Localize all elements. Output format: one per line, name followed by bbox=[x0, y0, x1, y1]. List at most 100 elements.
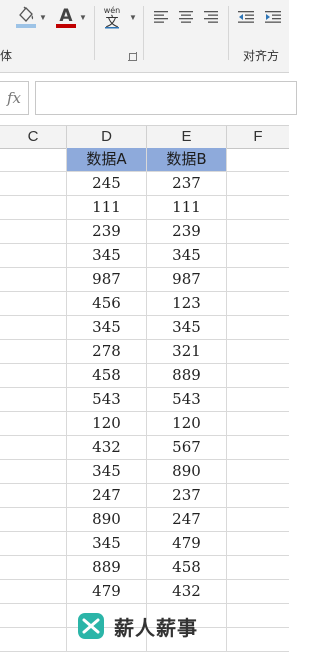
empty-cell[interactable] bbox=[227, 268, 289, 292]
data-cell[interactable]: 890 bbox=[67, 508, 147, 532]
increase-indent-button[interactable] bbox=[261, 4, 285, 30]
empty-cell[interactable] bbox=[227, 580, 289, 604]
empty-cell[interactable] bbox=[0, 340, 67, 364]
data-cell[interactable]: 278 bbox=[67, 340, 147, 364]
data-cell[interactable]: 432 bbox=[67, 436, 147, 460]
data-cell[interactable]: 239 bbox=[147, 220, 227, 244]
column-header-f[interactable]: F bbox=[227, 126, 289, 148]
phonetic-dropdown-icon[interactable]: ▼ bbox=[129, 13, 137, 22]
empty-cell[interactable] bbox=[0, 148, 67, 172]
data-cell[interactable]: 321 bbox=[147, 340, 227, 364]
empty-cell[interactable] bbox=[0, 268, 67, 292]
data-cell[interactable]: 543 bbox=[147, 388, 227, 412]
empty-cell[interactable] bbox=[227, 148, 289, 172]
data-cell[interactable]: 247 bbox=[67, 484, 147, 508]
empty-cell[interactable] bbox=[227, 532, 289, 556]
empty-cell[interactable] bbox=[0, 628, 67, 652]
empty-cell[interactable] bbox=[227, 172, 289, 196]
data-cell[interactable]: 345 bbox=[67, 316, 147, 340]
empty-cell[interactable] bbox=[0, 388, 67, 412]
empty-cell[interactable] bbox=[0, 316, 67, 340]
font-color-dropdown-icon[interactable]: ▼ bbox=[79, 13, 87, 22]
data-cell[interactable]: 987 bbox=[147, 268, 227, 292]
data-cell[interactable]: 120 bbox=[147, 412, 227, 436]
header-cell[interactable]: 数据A bbox=[67, 148, 147, 172]
empty-cell[interactable] bbox=[0, 556, 67, 580]
data-cell[interactable]: 120 bbox=[67, 412, 147, 436]
data-cell[interactable]: 345 bbox=[67, 532, 147, 556]
empty-cell[interactable] bbox=[227, 364, 289, 388]
column-header-c[interactable]: C bbox=[0, 126, 67, 148]
empty-cell[interactable] bbox=[0, 484, 67, 508]
empty-cell[interactable] bbox=[227, 628, 289, 652]
data-cell[interactable]: 237 bbox=[147, 172, 227, 196]
data-cell[interactable]: 345 bbox=[147, 316, 227, 340]
increase-indent-icon bbox=[265, 11, 281, 23]
empty-cell[interactable] bbox=[0, 580, 67, 604]
data-cell[interactable]: 458 bbox=[67, 364, 147, 388]
data-cell[interactable]: 111 bbox=[67, 196, 147, 220]
empty-cell[interactable] bbox=[227, 484, 289, 508]
data-cell[interactable]: 432 bbox=[147, 580, 227, 604]
align-center-button[interactable] bbox=[175, 4, 197, 30]
decrease-indent-button[interactable] bbox=[234, 4, 258, 30]
data-cell[interactable]: 247 bbox=[147, 508, 227, 532]
empty-cell[interactable] bbox=[227, 388, 289, 412]
data-cell[interactable]: 889 bbox=[147, 364, 227, 388]
empty-cell[interactable] bbox=[227, 556, 289, 580]
data-cell[interactable]: 458 bbox=[147, 556, 227, 580]
watermark-text: 薪人薪事 bbox=[114, 615, 198, 640]
data-cell[interactable]: 479 bbox=[147, 532, 227, 556]
empty-cell[interactable] bbox=[0, 604, 67, 628]
empty-cell[interactable] bbox=[227, 244, 289, 268]
insert-function-button[interactable]: fx bbox=[0, 81, 29, 115]
empty-cell[interactable] bbox=[0, 244, 67, 268]
dialog-launcher-icon[interactable] bbox=[128, 52, 137, 61]
data-cell[interactable]: 239 bbox=[67, 220, 147, 244]
empty-cell[interactable] bbox=[0, 436, 67, 460]
empty-cell[interactable] bbox=[227, 292, 289, 316]
data-cell[interactable]: 345 bbox=[147, 244, 227, 268]
empty-cell[interactable] bbox=[227, 220, 289, 244]
data-cell[interactable]: 479 bbox=[67, 580, 147, 604]
empty-cell[interactable] bbox=[0, 292, 67, 316]
empty-cell[interactable] bbox=[0, 172, 67, 196]
phonetic-guide-button[interactable]: wén 文 ▼ bbox=[100, 4, 138, 30]
font-color-button[interactable]: A ▼ bbox=[54, 4, 88, 30]
empty-cell[interactable] bbox=[227, 604, 289, 628]
column-header-d[interactable]: D bbox=[67, 126, 147, 148]
formula-input[interactable] bbox=[35, 81, 297, 115]
header-cell[interactable]: 数据B bbox=[147, 148, 227, 172]
empty-cell[interactable] bbox=[0, 532, 67, 556]
data-cell[interactable]: 111 bbox=[147, 196, 227, 220]
data-cell[interactable]: 987 bbox=[67, 268, 147, 292]
data-cell[interactable]: 123 bbox=[147, 292, 227, 316]
data-cell[interactable]: 456 bbox=[67, 292, 147, 316]
empty-cell[interactable] bbox=[227, 316, 289, 340]
empty-cell[interactable] bbox=[227, 340, 289, 364]
empty-cell[interactable] bbox=[227, 436, 289, 460]
align-left-button[interactable] bbox=[150, 4, 172, 30]
empty-cell[interactable] bbox=[227, 508, 289, 532]
data-cell[interactable]: 345 bbox=[67, 460, 147, 484]
empty-cell[interactable] bbox=[0, 196, 67, 220]
empty-cell[interactable] bbox=[0, 364, 67, 388]
empty-cell[interactable] bbox=[0, 460, 67, 484]
data-cell[interactable]: 345 bbox=[67, 244, 147, 268]
align-right-button[interactable] bbox=[200, 4, 222, 30]
empty-cell[interactable] bbox=[0, 412, 67, 436]
data-cell[interactable]: 889 bbox=[67, 556, 147, 580]
data-cell[interactable]: 543 bbox=[67, 388, 147, 412]
fill-color-button[interactable]: ▼ bbox=[14, 4, 48, 30]
data-cell[interactable]: 567 bbox=[147, 436, 227, 460]
empty-cell[interactable] bbox=[227, 460, 289, 484]
empty-cell[interactable] bbox=[227, 196, 289, 220]
empty-cell[interactable] bbox=[227, 412, 289, 436]
empty-cell[interactable] bbox=[0, 508, 67, 532]
data-cell[interactable]: 890 bbox=[147, 460, 227, 484]
fill-color-dropdown-icon[interactable]: ▼ bbox=[39, 13, 47, 22]
empty-cell[interactable] bbox=[0, 220, 67, 244]
column-header-e[interactable]: E bbox=[147, 126, 227, 148]
data-cell[interactable]: 237 bbox=[147, 484, 227, 508]
data-cell[interactable]: 245 bbox=[67, 172, 147, 196]
